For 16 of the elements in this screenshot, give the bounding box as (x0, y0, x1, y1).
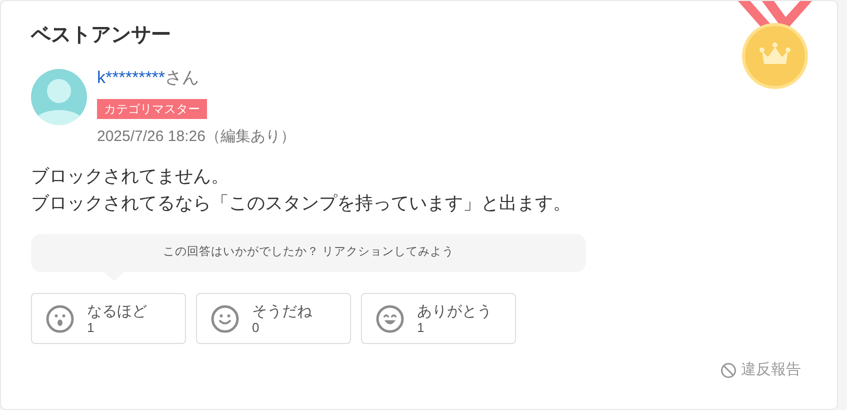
reaction-button[interactable]: ありがとう 1 (361, 293, 516, 344)
face-icon (375, 304, 405, 334)
answer-text: ブロックされてません。 (31, 165, 230, 188)
answer-text: ブロックされてるなら「このスタンプを持っています」と出ます。 (31, 192, 572, 215)
face-icon (45, 304, 75, 334)
honorific: さん (165, 67, 200, 89)
section-title: ベストアンサー (31, 23, 172, 48)
post-date: 2025/7/26 18:26（編集あり） (97, 127, 296, 147)
category-badge: カテゴリマスター (97, 99, 207, 119)
medal-icon (738, 1, 812, 89)
reaction-button[interactable]: そうだね 0 (196, 293, 351, 344)
user-name-link[interactable]: k********* (97, 67, 166, 89)
reaction-button[interactable]: なるほど 1 (31, 293, 186, 344)
reaction-prompt: この回答はいかがでしたか？ リアクションしてみよう (31, 234, 586, 272)
face-icon (210, 304, 240, 334)
prohibited-icon (720, 362, 737, 379)
